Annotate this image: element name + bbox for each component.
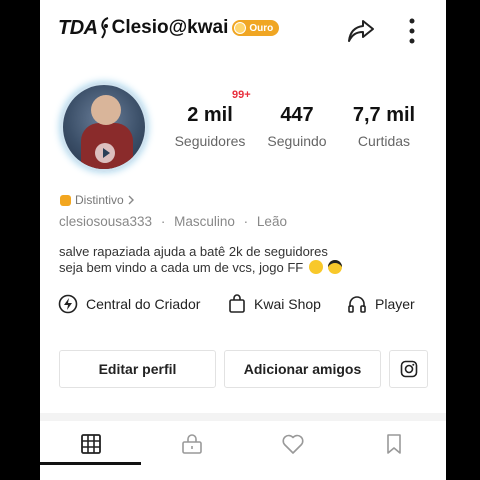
- likes-count: 7,7 mil: [352, 104, 416, 126]
- share-icon[interactable]: [346, 16, 376, 46]
- title-prefix: TDA: [58, 16, 98, 39]
- username: Clesio@kwai: [111, 17, 229, 38]
- add-friends-button[interactable]: Adicionar amigos: [224, 350, 381, 388]
- bio-line-1: salve rapaziada ajuda a batê 2k de segui…: [59, 244, 328, 259]
- profile-sign: Leão: [256, 214, 287, 229]
- followers-label: Seguidores: [174, 133, 246, 149]
- bio-line-2: seja bem vindo a cada um de vcs, jogo FF: [59, 260, 343, 276]
- kwai-shop-label: Kwai Shop: [254, 296, 321, 312]
- more-options-icon[interactable]: [400, 15, 424, 47]
- likes-label: Curtidas: [357, 133, 411, 149]
- followers-count: 2 mil: [187, 104, 233, 126]
- creator-center-shortcut[interactable]: Central do Criador: [58, 294, 200, 314]
- tab-private[interactable]: [141, 422, 242, 466]
- active-tab-indicator: [40, 462, 141, 465]
- content-tabs: [40, 422, 446, 466]
- player-label: Player: [375, 296, 415, 312]
- following-stat[interactable]: 447 Seguindo: [252, 104, 342, 149]
- bookmark-icon: [386, 434, 401, 454]
- shortcut-bar: Central do Criador Kwai Shop Player: [58, 294, 446, 320]
- profile-bio: salve rapaziada ajuda a batê 2k de segui…: [59, 244, 343, 276]
- shopping-bag-icon: [229, 294, 245, 313]
- profile-meta: clesiosousa333 · Masculino · Leão: [59, 214, 287, 229]
- heart-icon: [281, 434, 304, 454]
- likes-stat[interactable]: 7,7 mil Curtidas: [339, 104, 429, 149]
- tab-saved[interactable]: [343, 422, 444, 466]
- creator-center-label: Central do Criador: [86, 296, 201, 312]
- profile-header: TDA Clesio@kwai Ouro: [40, 0, 446, 60]
- lightning-icon: [58, 294, 78, 314]
- sunglasses-emoji-icon: [328, 260, 343, 274]
- play-icon[interactable]: [95, 143, 115, 163]
- instagram-button[interactable]: [389, 350, 428, 388]
- neutral-face-emoji-icon: [308, 260, 323, 274]
- profile-screen: TDA Clesio@kwai Ouro 99+ 2 mil Seguidore…: [40, 0, 446, 480]
- chevron-right-icon: [128, 195, 134, 205]
- followers-stat[interactable]: 2 mil Seguidores: [165, 104, 255, 149]
- tab-liked[interactable]: [242, 422, 343, 466]
- player-shortcut[interactable]: Player: [347, 294, 415, 314]
- following-count: 447: [280, 104, 314, 126]
- spade-mark-icon: [100, 17, 109, 39]
- kwai-shop-shortcut[interactable]: Kwai Shop: [228, 294, 321, 314]
- profile-title: TDA Clesio@kwai Ouro: [58, 16, 280, 40]
- avatar[interactable]: [60, 82, 148, 172]
- grid-icon: [80, 434, 101, 454]
- edit-profile-button[interactable]: Editar perfil: [59, 350, 216, 388]
- section-divider: [40, 413, 446, 421]
- meta-separator: ·: [160, 214, 166, 229]
- profile-handle: clesiosousa333: [59, 214, 153, 229]
- gold-badge-label: Ouro: [249, 22, 274, 34]
- gold-badge[interactable]: Ouro: [232, 20, 280, 36]
- medal-icon: [234, 22, 247, 34]
- bio-line-2-text: seja bem vindo a cada um de vcs, jogo FF: [59, 260, 304, 275]
- instagram-icon: [400, 360, 417, 378]
- lock-icon: [181, 434, 202, 454]
- avatar-figure-head: [91, 95, 121, 125]
- distintivo-link[interactable]: Distintivo: [60, 193, 135, 207]
- distintivo-icon: [60, 194, 71, 206]
- distintivo-label: Distintivo: [75, 193, 124, 207]
- following-label: Seguindo: [267, 133, 327, 149]
- headphones-icon: [348, 296, 366, 313]
- profile-gender: Masculino: [174, 214, 235, 229]
- tab-posts[interactable]: [40, 422, 141, 466]
- notification-badge: 99+: [232, 89, 251, 101]
- meta-separator: ·: [243, 214, 249, 229]
